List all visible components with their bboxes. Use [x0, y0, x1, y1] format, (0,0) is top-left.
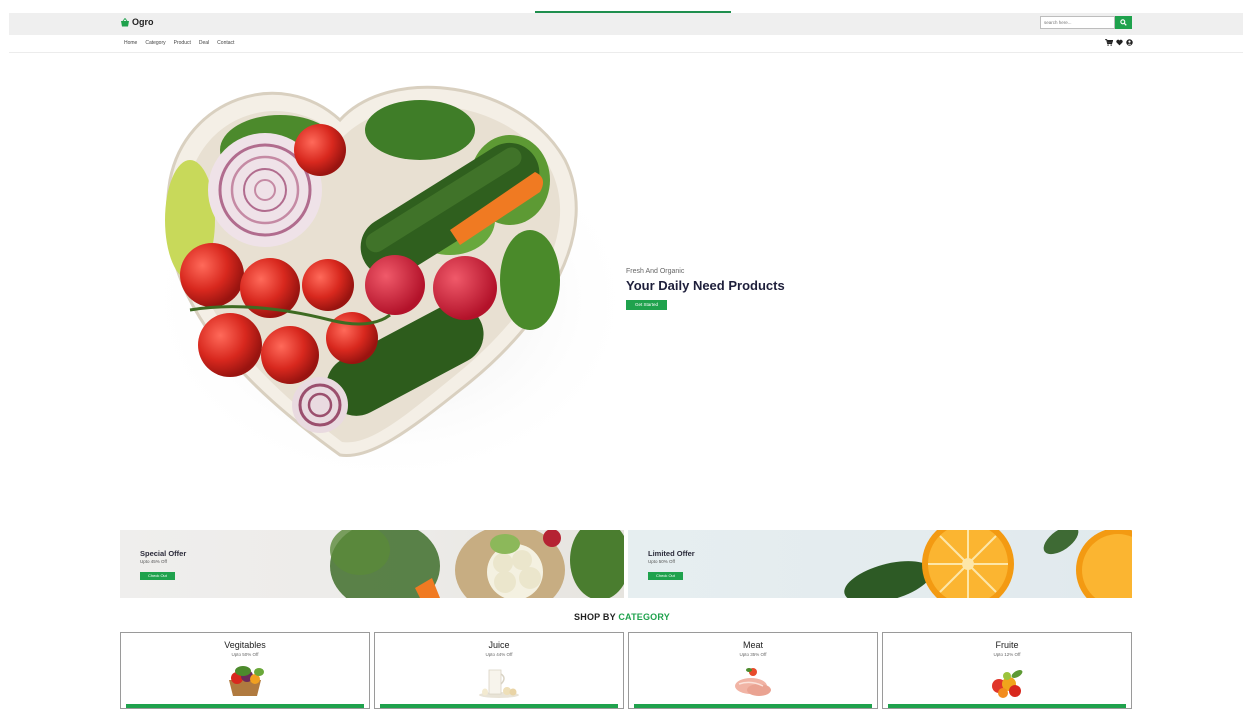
hero-text: Fresh And Organic Your Daily Need Produc… — [626, 268, 785, 311]
offer-text-special: Special Offer Upto 45% Off Check Out — [140, 549, 186, 582]
offer-subtitle: Upto 50% Off — [648, 559, 675, 564]
offer-subtitle: Upto 45% Off — [140, 559, 167, 564]
logo[interactable]: Ogro — [120, 17, 154, 27]
brand-name: Ogro — [132, 17, 154, 27]
vegetable-basket-image — [229, 666, 264, 696]
nav-item-product[interactable]: Product — [174, 40, 191, 46]
fruits-image — [992, 670, 1023, 698]
nav-item-home[interactable]: Home — [124, 40, 137, 46]
cart-icon[interactable] — [1105, 39, 1113, 46]
check-out-button[interactable]: Check Out — [648, 572, 683, 580]
category-card-juice[interactable]: Juice Upto 44% Off — [374, 632, 624, 709]
category-cards: Vegitables Upto 50% Off Juice Upto 44% O… — [120, 632, 1132, 709]
offer-title: Limited Offer — [648, 549, 695, 558]
search-icon — [1120, 19, 1127, 26]
category-discount: Upto 12% Off — [993, 652, 1021, 657]
category-discount: Upto 35% Off — [739, 652, 767, 657]
meat-image — [735, 668, 771, 696]
nav-icons — [1105, 39, 1133, 46]
category-title-main: SHOP BY — [574, 612, 616, 622]
hero-image — [140, 85, 630, 490]
category-discount: Upto 50% Off — [231, 652, 259, 657]
search-input[interactable] — [1040, 16, 1115, 29]
topbar: Ogro — [9, 13, 1243, 35]
category-card-bar — [888, 704, 1126, 708]
get-started-button[interactable]: Get Started — [626, 300, 668, 310]
user-icon[interactable] — [1126, 39, 1133, 46]
category-name: Juice — [488, 640, 510, 650]
category-card-vegitables[interactable]: Vegitables Upto 50% Off — [120, 632, 370, 709]
nav-item-category[interactable]: Category — [145, 40, 165, 46]
category-name: Fruite — [995, 640, 1019, 650]
category-card-bar — [126, 704, 364, 708]
category-card-meat[interactable]: Meat Upto 35% Off — [628, 632, 878, 709]
category-title-accent: CATEGORY — [618, 612, 670, 622]
offer-title: Special Offer — [140, 549, 187, 558]
offer-image-vegetables — [330, 530, 624, 598]
navbar: Home Category Product Deal Contact — [9, 35, 1243, 53]
nav-item-deal[interactable]: Deal — [199, 40, 209, 46]
milk-juice-image — [479, 669, 519, 698]
offer-banner-limited: Limited Offer Upto 50% Off Check Out — [628, 530, 1132, 598]
category-card-fruite[interactable]: Fruite Upto 12% Off — [882, 632, 1132, 709]
category-name: Vegitables — [224, 640, 266, 650]
category-name: Meat — [742, 640, 763, 650]
search-button[interactable] — [1115, 16, 1132, 29]
category-discount: Upto 44% Off — [485, 652, 513, 657]
hero-title: Your Daily Need Products — [626, 278, 785, 293]
check-out-button[interactable]: Check Out — [140, 572, 175, 580]
basket-icon — [121, 17, 129, 26]
hero-subtitle: Fresh And Organic — [626, 268, 685, 275]
heart-icon[interactable] — [1116, 39, 1123, 46]
nav-menu: Home Category Product Deal Contact — [124, 40, 234, 46]
offer-image-oranges — [844, 530, 1132, 598]
category-section-title: SHOP BY CATEGORY — [0, 612, 1244, 622]
category-card-bar — [380, 704, 618, 708]
offer-banner-special: Special Offer Upto 45% Off Check Out — [120, 530, 624, 598]
offer-text-limited: Limited Offer Upto 50% Off Check Out — [648, 549, 695, 582]
category-card-bar — [634, 704, 872, 708]
nav-item-contact[interactable]: Contact — [217, 40, 234, 46]
